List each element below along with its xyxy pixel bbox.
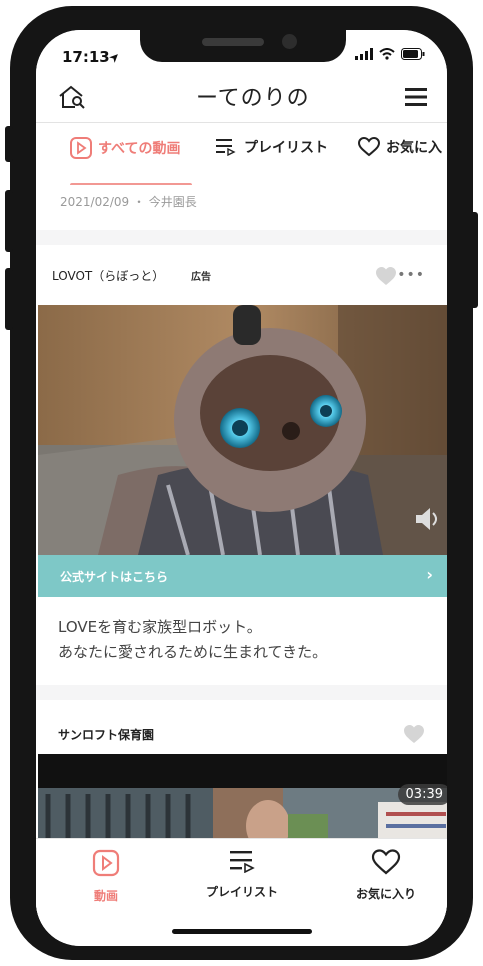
- home-indicator: [172, 929, 312, 934]
- mute-switch: [5, 126, 13, 162]
- nav-playlist-label: プレイリスト: [205, 885, 278, 899]
- tab-bar: すべての動画 プレイリスト お気に入: [36, 123, 447, 187]
- location-arrow-icon: [108, 49, 119, 68]
- ad-badge: 広告: [191, 272, 211, 283]
- playlist-icon: [216, 139, 236, 156]
- heart-icon: [371, 849, 401, 875]
- status-time: 17:13: [62, 48, 110, 66]
- heart-icon[interactable]: [375, 266, 397, 290]
- app-header: ーてのりの: [36, 74, 447, 123]
- wifi-icon: [379, 48, 395, 60]
- cta-label: 公式サイトはこちら: [60, 570, 169, 584]
- official-site-cta[interactable]: 公式サイトはこちら ›: [38, 555, 447, 597]
- power-button: [470, 212, 478, 308]
- ad-description-line-1: LOVEを育む家族型ロボット。: [58, 618, 262, 636]
- tab-favorites[interactable]: お気に入: [358, 137, 442, 157]
- channel-name: サンロフト保育園: [58, 728, 155, 742]
- home-search-icon[interactable]: [58, 84, 86, 114]
- nav-videos-label: 動画: [93, 889, 118, 903]
- screen: 17:13 ーてのりの すべての動画 プレイリスト お気に入 2021/02/0…: [36, 30, 447, 946]
- video-duration: 03:39: [397, 784, 447, 805]
- volume-down-button: [5, 268, 13, 330]
- nav-favorites-label: お気に入り: [355, 887, 416, 901]
- nav-favorites[interactable]: お気に入り: [326, 849, 446, 902]
- notch: [140, 30, 346, 62]
- playlist-icon: [230, 851, 255, 874]
- tab-all-videos[interactable]: すべての動画: [70, 137, 180, 159]
- ad-video[interactable]: [38, 305, 447, 555]
- tab-playlist[interactable]: プレイリスト: [216, 137, 328, 157]
- tab-all-videos-label: すべての動画: [98, 141, 181, 157]
- app-logo[interactable]: ーてのりの: [196, 80, 310, 112]
- play-icon: [70, 137, 92, 159]
- play-icon: [92, 849, 120, 877]
- heart-icon[interactable]: [403, 724, 425, 748]
- ad-description: LOVEを育む家族型ロボット。 あなたに愛されるために生まれてきた。: [58, 615, 327, 665]
- battery-icon: [401, 48, 425, 60]
- volume-up-button: [5, 190, 13, 252]
- front-camera: [282, 34, 297, 49]
- tab-playlist-label: プレイリスト: [244, 140, 328, 156]
- signal-icon: [355, 48, 373, 60]
- hamburger-menu-icon[interactable]: [405, 88, 427, 110]
- nav-videos[interactable]: 動画: [46, 849, 166, 904]
- speaker-volume-icon[interactable]: [414, 510, 438, 534]
- heart-icon: [358, 137, 380, 157]
- ad-title: LOVOT（らぼっと）: [52, 269, 165, 283]
- post-date-author: 2021/02/09 ・ 今井園長: [60, 195, 197, 209]
- ad-description-line-2: あなたに愛されるために生まれてきた。: [58, 643, 328, 661]
- nav-playlist[interactable]: プレイリスト: [182, 849, 302, 900]
- ad-card: LOVOT（らぼっと） 広告 ••• 公式サイトはこちら › LOVEを育む家族…: [36, 245, 447, 685]
- status-icons: [355, 48, 425, 60]
- speaker: [202, 38, 264, 46]
- previous-post-meta: 2021/02/09 ・ 今井園長: [36, 185, 447, 230]
- tab-favorites-label: お気に入: [386, 140, 442, 156]
- chevron-right-icon: ›: [426, 565, 433, 584]
- more-options-icon[interactable]: •••: [397, 267, 425, 283]
